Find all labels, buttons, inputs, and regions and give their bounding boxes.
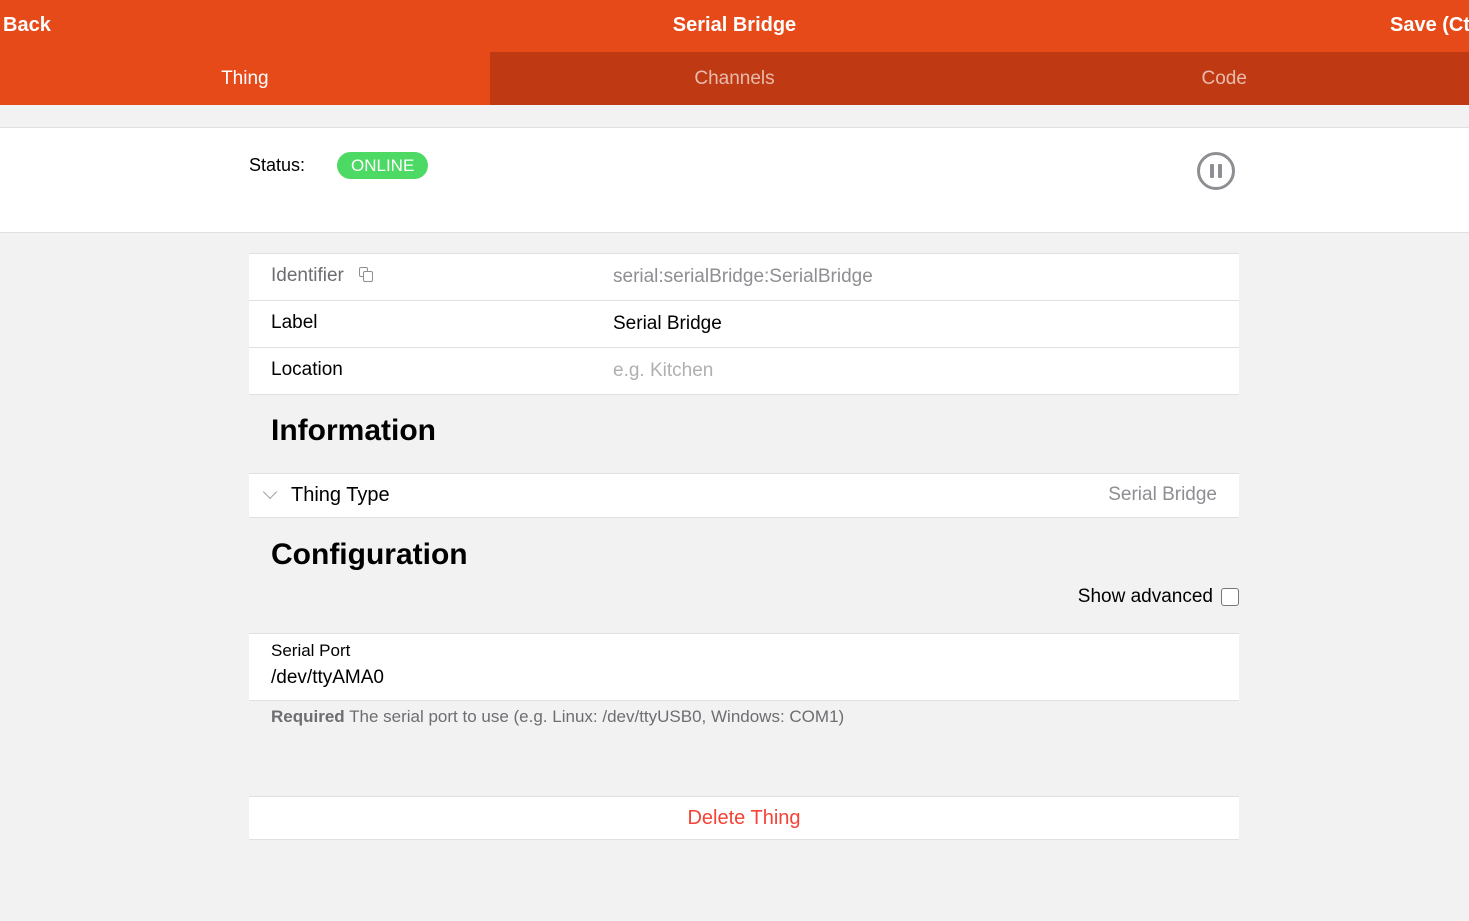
serial-port-field: Serial Port (249, 633, 1239, 701)
location-label: Location (271, 359, 343, 380)
configuration-heading: Configuration (271, 538, 468, 571)
tab-thing[interactable]: Thing (0, 52, 490, 105)
label-field[interactable]: Serial Bridge (613, 313, 722, 335)
location-field[interactable]: e.g. Kitchen (613, 360, 713, 382)
serial-port-input[interactable] (271, 667, 1211, 689)
identifier-row: Identifier serial:serialBridge:SerialBri… (249, 254, 1239, 301)
pause-icon[interactable] (1197, 152, 1235, 190)
navbar: Back Serial Bridge Save (Ctrl-S) (0, 0, 1469, 52)
identifier-label: Identifier (271, 265, 344, 286)
save-button[interactable]: Save (Ctrl-S) (1390, 14, 1469, 37)
show-advanced-checkbox[interactable] (1221, 588, 1239, 606)
label-label: Label (271, 312, 318, 333)
serial-port-hint: Required The serial port to use (e.g. Li… (271, 707, 844, 727)
chevron-down-icon (262, 484, 278, 500)
status-panel: Status: ONLINE (0, 127, 1469, 233)
information-heading: Information (271, 414, 436, 447)
thing-type-row[interactable]: Thing Type Serial Bridge (249, 473, 1239, 518)
location-row[interactable]: Location e.g. Kitchen (249, 348, 1239, 394)
hint-text: The serial port to use (e.g. Linux: /dev… (344, 707, 845, 726)
properties-list: Identifier serial:serialBridge:SerialBri… (249, 253, 1239, 395)
page-title: Serial Bridge (672, 14, 797, 36)
show-advanced-label: Show advanced (1077, 586, 1213, 607)
serial-port-label: Serial Port (271, 641, 351, 660)
tab-bar: Thing Channels Code (0, 52, 1469, 105)
required-tag: Required (271, 707, 345, 726)
thing-type-value: Serial Bridge (1108, 484, 1217, 505)
tab-code[interactable]: Code (979, 52, 1469, 105)
status-label: Status: (249, 155, 306, 175)
label-row[interactable]: Label Serial Bridge (249, 301, 1239, 348)
status-badge: ONLINE (337, 152, 429, 179)
show-advanced-toggle: Show advanced (1078, 586, 1239, 608)
tab-channels[interactable]: Channels (490, 52, 980, 105)
copy-icon[interactable] (359, 267, 375, 283)
thing-type-label: Thing Type (291, 484, 390, 506)
identifier-value: serial:serialBridge:SerialBridge (613, 266, 873, 287)
delete-thing-button[interactable]: Delete Thing (249, 796, 1239, 840)
